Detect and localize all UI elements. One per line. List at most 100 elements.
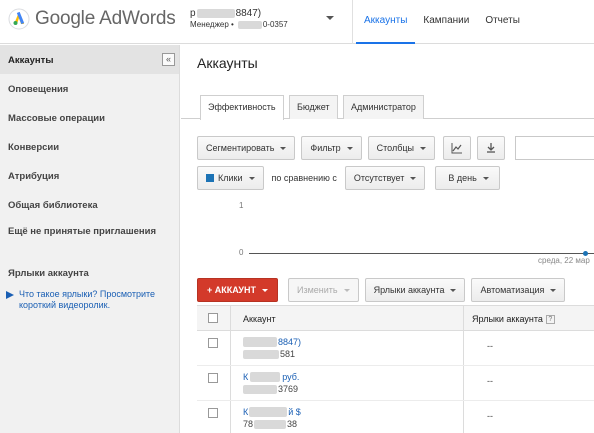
compare-value: Отсутствует bbox=[353, 173, 405, 183]
chart-baseline bbox=[249, 253, 594, 254]
sidebar-item-shared-library[interactable]: Общая библиотека bbox=[0, 190, 179, 219]
sidebar-item-bulk-operations[interactable]: Массовые операции bbox=[0, 103, 179, 132]
chevron-down-icon bbox=[550, 289, 557, 292]
column-divider bbox=[230, 331, 231, 365]
compare-text: по сравнению с bbox=[271, 173, 337, 183]
account-labels-cell: -- bbox=[487, 376, 493, 386]
main-content: Аккаунты Эффективность Бюджет Администра… bbox=[181, 45, 594, 433]
nav-tab-campaigns[interactable]: Кампании bbox=[415, 0, 477, 44]
account-link-suffix: 8847) bbox=[278, 337, 302, 347]
account-labels-button[interactable]: Ярлыки аккаунта bbox=[364, 278, 466, 302]
edit-button[interactable]: Изменить bbox=[288, 278, 359, 302]
redacted-block bbox=[243, 337, 277, 347]
sidebar-item-alerts[interactable]: Оповещения bbox=[0, 74, 179, 103]
header-divider bbox=[352, 0, 353, 44]
action-bar: + АККАУНТ Изменить Ярлыки аккаунта Автом… bbox=[197, 278, 571, 302]
select-all-checkbox[interactable] bbox=[208, 313, 218, 323]
page-title: Аккаунты bbox=[197, 55, 258, 71]
download-icon bbox=[487, 143, 496, 153]
line-chart-icon bbox=[451, 143, 463, 154]
row-checkbox[interactable] bbox=[208, 338, 218, 348]
row-checkbox[interactable] bbox=[208, 373, 218, 383]
period-dropdown[interactable]: В день bbox=[435, 166, 500, 190]
account-id: 3769 bbox=[243, 384, 298, 394]
account-id-suffix: 581 bbox=[280, 349, 296, 359]
sidebar-item-accounts[interactable]: Аккаунты « bbox=[0, 45, 179, 74]
column-divider bbox=[230, 306, 231, 330]
column-divider bbox=[463, 366, 464, 400]
segment-button[interactable]: Сегментировать bbox=[197, 136, 296, 160]
metric-color-swatch bbox=[206, 174, 214, 182]
accounts-table: Аккаунт Ярлыки аккаунта ? 8847) 581 -- К… bbox=[197, 305, 594, 433]
download-button[interactable] bbox=[477, 136, 506, 160]
column-header-labels[interactable]: Ярлыки аккаунта ? bbox=[472, 314, 555, 324]
top-nav: Аккаунты Кампании Отчеты bbox=[356, 0, 528, 44]
table-row: 8847) 581 -- bbox=[197, 331, 594, 366]
account-name-prefix: р bbox=[190, 8, 196, 19]
nav-tab-reports[interactable]: Отчеты bbox=[477, 0, 528, 44]
columns-label: Столбцы bbox=[376, 143, 415, 153]
automation-label: Автоматизация bbox=[480, 285, 545, 295]
collapse-sidebar-icon[interactable]: « bbox=[162, 53, 175, 66]
metric-dropdown[interactable]: Клики bbox=[197, 166, 264, 190]
automation-button[interactable]: Автоматизация bbox=[471, 278, 566, 302]
account-id: 581 bbox=[243, 349, 295, 359]
google-adwords-logo[interactable]: Google AdWords bbox=[8, 8, 176, 30]
help-icon[interactable]: ? bbox=[545, 314, 555, 324]
sidebar-item-pending-invitations[interactable]: Ещё не принятые приглашения bbox=[0, 219, 179, 258]
account-labels-label: Ярлыки аккаунта bbox=[373, 285, 445, 295]
columns-button[interactable]: Столбцы bbox=[367, 136, 436, 160]
view-toolbar: Сегментировать Фильтр Столбцы bbox=[197, 136, 511, 160]
adwords-app: Google AdWords р 8847) Менеджер • 0-0357… bbox=[0, 0, 594, 433]
tab-admin[interactable]: Администратор bbox=[343, 95, 424, 119]
add-account-button[interactable]: + АККАУНТ bbox=[197, 278, 278, 302]
sidebar-item-conversions[interactable]: Конверсии bbox=[0, 132, 179, 161]
chart-toggle-button[interactable] bbox=[443, 136, 472, 160]
redacted-block bbox=[250, 372, 281, 382]
column-divider bbox=[230, 366, 231, 400]
redacted-block bbox=[237, 20, 262, 29]
account-link[interactable]: К й $ bbox=[243, 407, 301, 417]
chevron-down-icon bbox=[410, 177, 417, 180]
sidebar: Аккаунты « Оповещения Массовые операции … bbox=[0, 45, 180, 433]
column-divider bbox=[230, 401, 231, 433]
account-id-suffix: 38 bbox=[287, 419, 298, 429]
column-header-labels-text: Ярлыки аккаунта bbox=[472, 314, 543, 324]
chevron-down-icon bbox=[280, 147, 287, 150]
period-label: В день bbox=[448, 173, 477, 183]
redacted-block bbox=[243, 384, 277, 394]
top-header: Google AdWords р 8847) Менеджер • 0-0357… bbox=[0, 0, 594, 44]
account-id-suffix: 3769 bbox=[278, 384, 299, 394]
account-selector[interactable]: р 8847) Менеджер • 0-0357 bbox=[190, 8, 338, 36]
chevron-down-icon bbox=[248, 177, 255, 180]
redacted-block bbox=[196, 9, 235, 18]
account-link-prefix: К bbox=[243, 407, 249, 417]
labels-help-link[interactable]: Что такое ярлыки? Просмотрите короткий в… bbox=[5, 289, 175, 311]
chevron-down-icon bbox=[420, 147, 427, 150]
search-input[interactable] bbox=[515, 136, 594, 160]
account-link[interactable]: 8847) bbox=[243, 337, 301, 347]
chevron-down-icon bbox=[326, 16, 334, 20]
tab-performance[interactable]: Эффективность bbox=[200, 95, 284, 120]
chevron-down-icon bbox=[482, 177, 489, 180]
edit-label: Изменить bbox=[297, 285, 338, 295]
sidebar-item-attribution[interactable]: Атрибуция bbox=[0, 161, 179, 190]
add-account-label: + АККАУНТ bbox=[207, 285, 256, 295]
column-header-account[interactable]: Аккаунт bbox=[243, 314, 276, 324]
chevron-down-icon bbox=[262, 289, 268, 292]
segment-label: Сегментировать bbox=[206, 143, 275, 153]
row-checkbox[interactable] bbox=[208, 408, 218, 418]
chevron-down-icon bbox=[343, 289, 350, 292]
nav-tab-accounts[interactable]: Аккаунты bbox=[356, 0, 416, 44]
account-link[interactable]: К руб. bbox=[243, 372, 299, 382]
table-header: Аккаунт Ярлыки аккаунта ? bbox=[197, 306, 594, 331]
tab-budget[interactable]: Бюджет bbox=[289, 95, 338, 119]
sidebar-item-label: Аккаунты bbox=[8, 55, 54, 66]
compare-dropdown[interactable]: Отсутствует bbox=[344, 166, 426, 190]
performance-chart: 1 0 среда, 22 мар bbox=[181, 195, 594, 271]
filter-button[interactable]: Фильтр bbox=[301, 136, 362, 160]
filter-label: Фильтр bbox=[310, 143, 341, 153]
column-divider bbox=[463, 331, 464, 365]
redacted-block bbox=[249, 407, 288, 417]
sidebar-item-account-labels[interactable]: Ярлыки аккаунта bbox=[0, 258, 179, 287]
